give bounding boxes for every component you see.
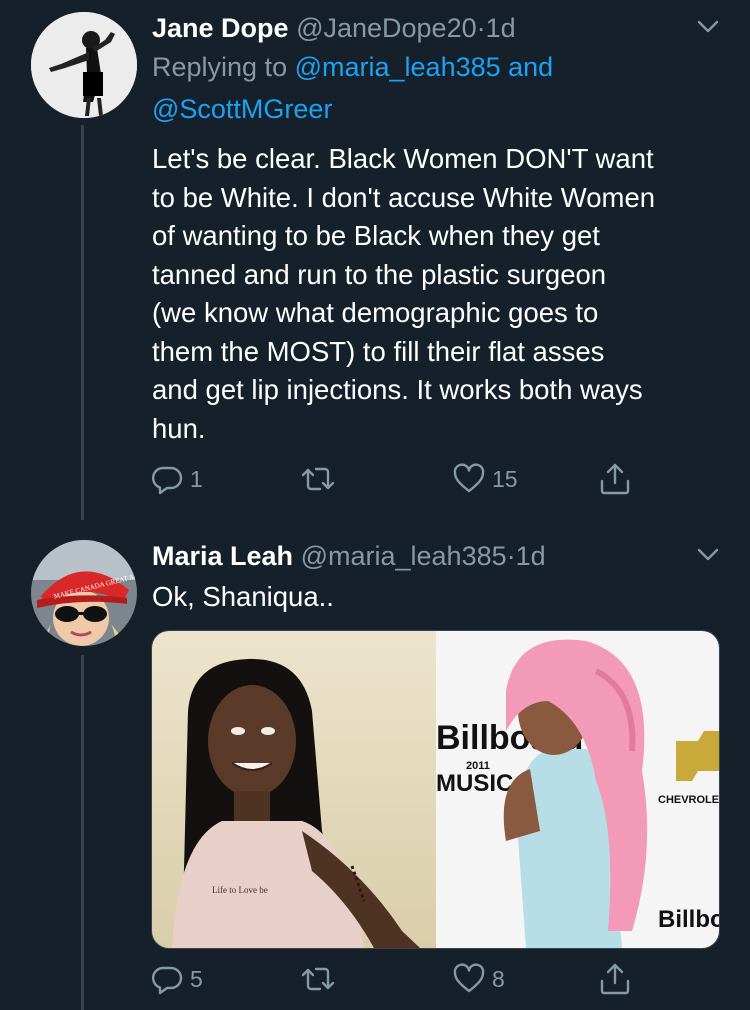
retweet-button[interactable] xyxy=(300,962,342,996)
avatar[interactable] xyxy=(31,12,137,118)
user-handle[interactable]: @maria_leah385 xyxy=(301,541,507,571)
share-icon xyxy=(598,462,632,496)
tweet-media[interactable]: Life to Love be Billboard 2011 MUSIC AWA… xyxy=(151,630,720,949)
share-icon xyxy=(598,962,632,996)
chevrolet-text: CHEVROLET xyxy=(658,794,719,806)
timestamp[interactable]: 1d xyxy=(486,13,516,43)
mention-link[interactable]: @maria_leah385 xyxy=(295,52,501,82)
avatar[interactable]: MAKE CANADA GREAT AGAIN xyxy=(31,540,137,646)
retweet-button[interactable] xyxy=(300,462,342,496)
share-button[interactable] xyxy=(598,962,632,996)
like-button[interactable]: 8 xyxy=(452,962,505,996)
display-name[interactable]: Maria Leah xyxy=(152,541,293,571)
tweet-text-line: (we know what demographic goes to xyxy=(152,297,599,328)
shirt-text: Life to Love be xyxy=(212,885,268,895)
replying-to-line-2: @ScottMGreer xyxy=(152,93,332,125)
replying-to: Replying to @maria_leah385 and xyxy=(152,51,553,83)
like-icon xyxy=(452,962,486,996)
tweet-header: Jane Dope @JaneDope20·1d xyxy=(152,12,516,44)
media-photo-left[interactable]: Life to Love be xyxy=(152,631,436,948)
tweet-header: Maria Leah @maria_leah385·1d xyxy=(152,540,546,572)
reply-icon xyxy=(150,962,184,996)
reply-button[interactable]: 5 xyxy=(150,962,203,996)
tweet-text-line: and get lip injections. It works both wa… xyxy=(152,374,643,405)
like-count: 15 xyxy=(492,465,518,492)
like-button[interactable]: 15 xyxy=(452,462,518,496)
reply-button[interactable]: 1 xyxy=(150,462,203,496)
tweet-text-line: to be White. I don't accuse White Women xyxy=(152,181,656,213)
display-name[interactable]: Jane Dope xyxy=(152,13,289,43)
media-photo-right[interactable]: Billboard 2011 MUSIC AWARDS CHEVROLET Bi… xyxy=(436,631,719,948)
reply-icon xyxy=(150,462,184,496)
tweet-text: Ok, Shaniqua.. xyxy=(152,581,334,612)
tweet[interactable]: Jane Dope @JaneDope20·1d Replying to @ma… xyxy=(0,0,750,520)
user-handle[interactable]: @JaneDope20 xyxy=(296,13,477,43)
reply-count: 5 xyxy=(190,965,203,992)
tweet-text-line: tanned and run to the plastic surgeon xyxy=(152,258,607,290)
tweet-actions: 5 8 xyxy=(150,962,710,996)
retweet-icon xyxy=(300,462,336,496)
retweet-icon xyxy=(300,962,336,996)
tweet-text-line: of wanting to be Black when they get xyxy=(152,220,600,251)
tweet-text-line: Let's be clear. Black Women DON'T want xyxy=(152,143,654,174)
like-icon xyxy=(452,462,486,496)
replying-prefix: Replying to xyxy=(152,52,295,82)
separator-dot: · xyxy=(476,13,486,43)
tweet-actions: 1 15 xyxy=(150,462,710,496)
chevron-down-icon[interactable] xyxy=(692,10,724,42)
like-count: 8 xyxy=(492,965,505,992)
replying-and[interactable]: and xyxy=(501,52,553,82)
chevron-down-icon[interactable] xyxy=(692,538,724,570)
share-button[interactable] xyxy=(598,462,632,496)
tweet-text-line: them the MOST) to fill their flat asses xyxy=(152,335,605,367)
tweet-text-line: hun. xyxy=(152,412,206,444)
separator-dot: · xyxy=(506,541,516,571)
billboard-logo-text-2: Billboard xyxy=(658,906,719,933)
mention-link[interactable]: @ScottMGreer xyxy=(152,94,332,124)
tweet-text: Let's be clear. Black Women DON'T want t… xyxy=(152,140,727,448)
timestamp[interactable]: 1d xyxy=(516,541,546,571)
reply-count: 1 xyxy=(190,465,203,492)
